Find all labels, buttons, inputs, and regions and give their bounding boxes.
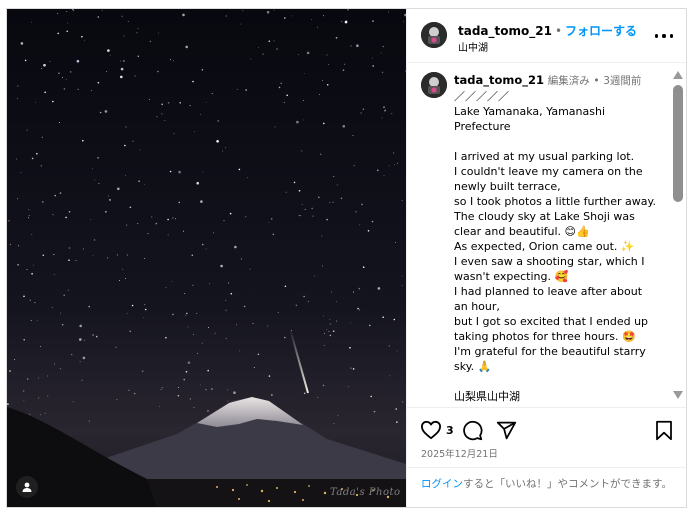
comments-area[interactable]: tada_tomo_21 編集済み • 3週間前 ／／／／／ Lake Yama… [407,63,686,407]
scroll-down-arrow-icon[interactable] [673,391,683,399]
post-dialog: Tada's Photo tada_tomo_21 • フォローする 山中湖 t… [6,8,687,508]
caption-text: ／／／／／ Lake Yamanaka, Yamanashi Prefectur… [454,90,656,403]
location-link[interactable]: 山中湖 [458,39,488,54]
user-icon [22,482,32,492]
heart-icon[interactable] [420,420,442,440]
avatar[interactable] [421,72,447,98]
scrollbar[interactable] [672,63,685,407]
post-side-panel: tada_tomo_21 • フォローする 山中湖 tada_tomo_21 編集済… [406,9,686,507]
caption-time[interactable]: 3週間前 [603,75,641,87]
avatar-image [421,72,447,98]
login-link[interactable]: ログイン [421,478,463,490]
share-icon[interactable] [496,420,517,441]
photo-watermark: Tada's Photo [330,487,401,498]
follow-button[interactable]: フォローする [565,24,637,38]
header-username[interactable]: tada_tomo_21 [458,24,552,38]
caption-header: tada_tomo_21 編集済み • 3週間前 [454,73,641,88]
header-text: tada_tomo_21 • フォローする [458,22,637,39]
avatar[interactable] [421,22,447,48]
like-count[interactable]: 3 [446,424,454,437]
bookmark-icon[interactable] [655,420,673,441]
edited-label: 編集済み [547,75,590,87]
post-date: 2025年12月21日 [421,449,498,460]
post-actions: 3 2025年12月21日 [407,407,686,467]
scroll-up-arrow-icon[interactable] [673,71,683,79]
separator-dot: • [554,24,563,38]
comment-icon[interactable] [462,420,483,441]
separator-dot: • [593,75,600,87]
tagged-users-button[interactable] [16,476,38,498]
starry-sky-mount-fuji-image [7,9,406,507]
login-prompt-text: すると「いいね！」やコメントができます。 [463,478,672,490]
login-prompt: ログインすると「いいね！」やコメントができます。 [407,467,686,507]
avatar-image [421,22,447,48]
post-photo[interactable]: Tada's Photo [7,9,406,507]
post-header: tada_tomo_21 • フォローする 山中湖 [407,9,686,63]
more-horizontal-icon[interactable] [655,29,673,43]
caption-username[interactable]: tada_tomo_21 [454,73,544,87]
scrollbar-thumb[interactable] [673,85,683,202]
